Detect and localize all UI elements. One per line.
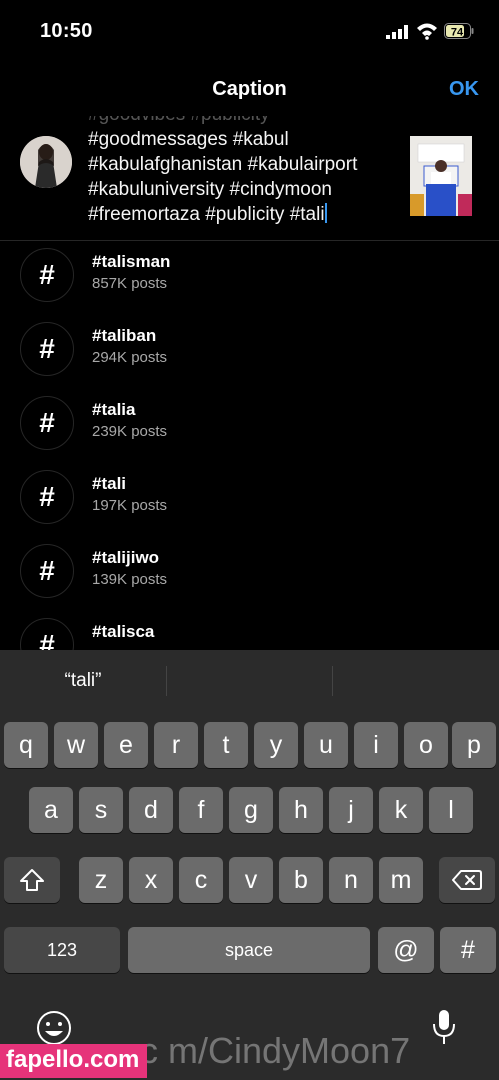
- prediction-divider: [332, 666, 333, 696]
- battery-level: 74: [451, 27, 464, 39]
- hashtag-post-count: 857K posts: [92, 275, 168, 292]
- key-l[interactable]: l: [429, 787, 473, 833]
- prediction-suggestion[interactable]: “tali”: [0, 670, 166, 692]
- key-r[interactable]: r: [154, 722, 198, 768]
- key-m[interactable]: m: [379, 857, 423, 903]
- caption-input[interactable]: #goodvibes #publicity #goodmessages #kab…: [88, 116, 398, 227]
- battery-icon: 74: [444, 23, 474, 39]
- key-d[interactable]: d: [129, 787, 173, 833]
- page-title: Caption: [212, 78, 287, 100]
- caption-line: #goodmessages #kabul: [88, 129, 289, 150]
- caption-line-hidden: #goodvibes #publicity: [88, 116, 398, 127]
- key-t[interactable]: t: [204, 722, 248, 768]
- status-time: 10:50: [40, 20, 93, 42]
- key-a[interactable]: a: [29, 787, 73, 833]
- backspace-icon: [452, 870, 482, 890]
- hashtag-suggestions: # #talisman 857K posts # #taliban 294K p…: [0, 240, 499, 650]
- key-k[interactable]: k: [379, 787, 423, 833]
- key-u[interactable]: u: [304, 722, 348, 768]
- caption-line-text: #freemortaza #publicity #tali: [88, 204, 325, 225]
- key-b[interactable]: b: [279, 857, 323, 903]
- key-w[interactable]: w: [54, 722, 98, 768]
- cellular-signal-icon: [386, 25, 408, 39]
- key-j[interactable]: j: [329, 787, 373, 833]
- hashtag-suggestion[interactable]: # #taliban 294K posts: [0, 322, 499, 396]
- hashtag-post-count: 239K posts: [92, 423, 168, 440]
- hashtag-post-count: 294K posts: [92, 349, 168, 366]
- hash-key[interactable]: #: [440, 927, 496, 973]
- key-y[interactable]: y: [254, 722, 298, 768]
- key-c[interactable]: c: [179, 857, 223, 903]
- prediction-divider: [166, 666, 167, 696]
- space-key[interactable]: space: [128, 927, 370, 973]
- key-p[interactable]: p: [452, 722, 496, 768]
- avatar: [20, 136, 72, 188]
- key-o[interactable]: o: [404, 722, 448, 768]
- key-q[interactable]: q: [4, 722, 48, 768]
- wifi-icon: [417, 23, 437, 40]
- hashtag-suggestion[interactable]: # #talisca: [0, 618, 499, 650]
- hashtag-icon: #: [20, 618, 74, 650]
- hashtag-suggestion[interactable]: # #talijiwo 139K posts: [0, 544, 499, 618]
- ok-button[interactable]: OK: [449, 78, 479, 101]
- hashtag-name: #talisman: [92, 252, 171, 271]
- hashtag-post-count: 139K posts: [92, 571, 168, 588]
- at-key[interactable]: @: [378, 927, 434, 973]
- key-h[interactable]: h: [279, 787, 323, 833]
- key-f[interactable]: f: [179, 787, 223, 833]
- predictive-text-bar: “tali”: [0, 650, 499, 710]
- hashtag-suggestion[interactable]: # #tali 197K posts: [0, 470, 499, 544]
- hashtag-post-count: 197K posts: [92, 497, 168, 514]
- status-bar: 10:50 74: [0, 0, 499, 62]
- post-thumbnail: [410, 136, 472, 216]
- shift-key[interactable]: [4, 857, 60, 903]
- hashtag-suggestion[interactable]: # #talisman 857K posts: [0, 248, 499, 322]
- key-i[interactable]: i: [354, 722, 398, 768]
- hashtag-icon: #: [20, 470, 74, 524]
- text-cursor: [324, 203, 327, 223]
- hashtag-icon: #: [20, 396, 74, 450]
- header: Caption OK: [0, 62, 499, 116]
- key-x[interactable]: x: [129, 857, 173, 903]
- key-z[interactable]: z: [79, 857, 123, 903]
- hashtag-name: #talia: [92, 400, 136, 419]
- delete-key[interactable]: [439, 857, 495, 903]
- key-s[interactable]: s: [79, 787, 123, 833]
- caption-line: #kabulafghanistan #kabulairport: [88, 154, 358, 175]
- key-n[interactable]: n: [329, 857, 373, 903]
- hashtag-name: #talijiwo: [92, 548, 160, 567]
- caption-line: #kabuluniversity #cindymoon: [88, 179, 332, 200]
- hashtag-suggestion[interactable]: # #talia 239K posts: [0, 396, 499, 470]
- shift-icon: [20, 869, 44, 891]
- watermark-handle: c m/CindyMoon7: [140, 1030, 411, 1071]
- hashtag-name: #talisca: [92, 622, 155, 641]
- numbers-key[interactable]: 123: [4, 927, 120, 973]
- key-e[interactable]: e: [104, 722, 148, 768]
- key-g[interactable]: g: [229, 787, 273, 833]
- caption-editor: #goodvibes #publicity #goodmessages #kab…: [0, 116, 499, 241]
- hashtag-name: #tali: [92, 474, 127, 493]
- key-v[interactable]: v: [229, 857, 273, 903]
- hashtag-name: #taliban: [92, 326, 157, 345]
- hashtag-icon: #: [20, 544, 74, 598]
- watermark-site: fapello.com: [0, 1044, 148, 1078]
- hashtag-icon: #: [20, 248, 74, 302]
- hashtag-icon: #: [20, 322, 74, 376]
- caption-line-current: #freemortaza #publicity #tali: [88, 202, 398, 227]
